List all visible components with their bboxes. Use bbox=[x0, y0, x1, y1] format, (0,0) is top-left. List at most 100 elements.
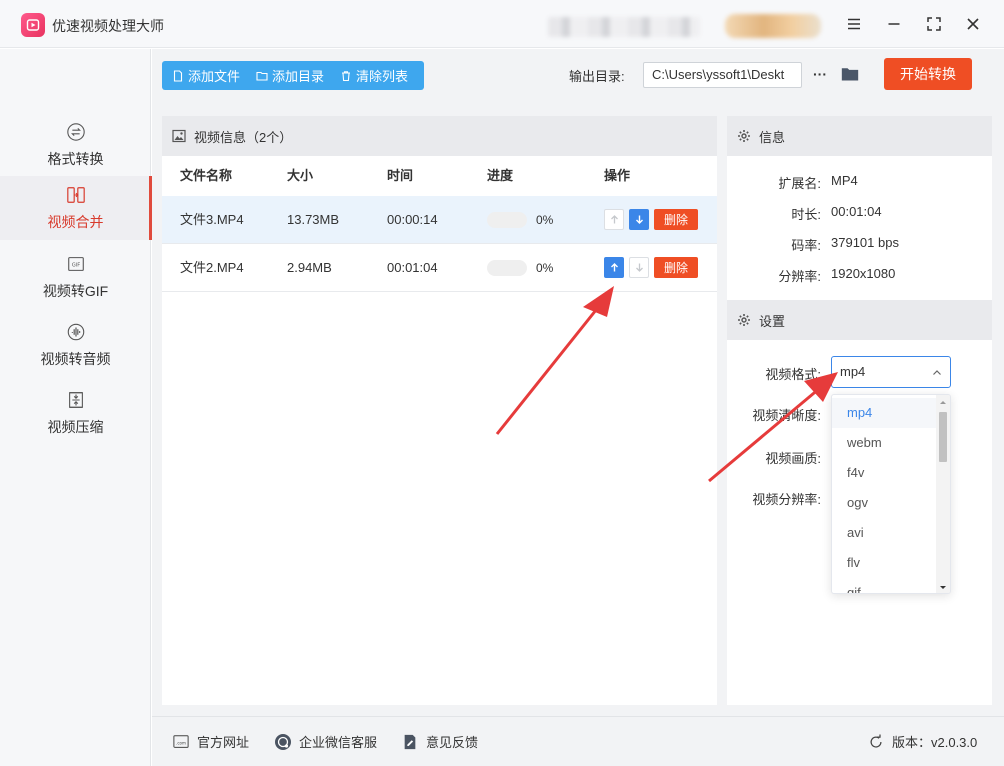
chevron-up-icon bbox=[933, 370, 941, 375]
svg-text:GIF: GIF bbox=[71, 263, 79, 269]
website-icon: .com bbox=[172, 733, 190, 751]
move-up-button[interactable] bbox=[604, 209, 624, 230]
info-title: 信息 bbox=[759, 129, 786, 145]
format-option-ogv[interactable]: ogv bbox=[832, 488, 938, 518]
dropdown-scrollbar[interactable] bbox=[936, 395, 950, 593]
file-size: 2.94MB bbox=[287, 260, 332, 275]
format-option-gif[interactable]: gif bbox=[832, 578, 938, 593]
duration-value: 00:01:04 bbox=[831, 204, 882, 219]
progress-text: 0% bbox=[536, 213, 554, 227]
format-dropdown: mp4 webm f4v ogv avi flv gif bbox=[831, 394, 951, 594]
file-name: 文件2.MP4 bbox=[180, 260, 244, 275]
file-icon bbox=[173, 69, 183, 82]
bitrate-label: 码率: bbox=[791, 238, 821, 253]
feedback-label: 意见反馈 bbox=[426, 735, 479, 750]
table-row[interactable]: 文件2.MP4 2.94MB 00:01:04 0% 删除 bbox=[162, 244, 717, 292]
blurred-account-info bbox=[548, 17, 700, 37]
add-file-button[interactable]: 添加文件 bbox=[172, 66, 240, 85]
website-label: 官方网址 bbox=[197, 735, 250, 750]
format-label: 视频格式: bbox=[765, 367, 821, 382]
progress-bar bbox=[487, 212, 527, 228]
sidebar-item-label: 视频转音频 bbox=[40, 351, 111, 367]
sidebar-item-video-compress[interactable]: 视频压缩 bbox=[0, 381, 151, 445]
scrollbar-thumb[interactable] bbox=[939, 412, 947, 462]
sidebar: 格式转换 视频合并 GIF 视频转GIF 视频转音频 视频压缩 bbox=[0, 49, 152, 766]
compress-icon bbox=[65, 389, 87, 411]
scroll-up-icon[interactable] bbox=[936, 397, 950, 407]
feedback-link[interactable]: 意见反馈 bbox=[401, 732, 478, 751]
move-down-button[interactable] bbox=[629, 257, 649, 278]
delete-button[interactable]: 删除 bbox=[654, 257, 698, 278]
move-up-button[interactable] bbox=[604, 257, 624, 278]
folder-icon bbox=[841, 68, 859, 81]
version-info: 版本：v2.0.3.0 bbox=[867, 732, 977, 751]
minimize-icon[interactable] bbox=[882, 12, 906, 36]
format-option-f4v[interactable]: f4v bbox=[832, 458, 938, 488]
gear-icon bbox=[738, 314, 750, 326]
folder-outline-icon bbox=[256, 71, 268, 81]
chat-icon bbox=[274, 733, 292, 751]
audio-icon bbox=[65, 321, 87, 343]
video-list-panel: 视频信息（2个） 文件名称 大小 时间 进度 操作 文件3.MP4 13.73M… bbox=[162, 116, 717, 705]
ellipsis-icon: ··· bbox=[813, 66, 827, 82]
table-row[interactable]: 文件3.MP4 13.73MB 00:00:14 0% 删除 bbox=[162, 196, 717, 244]
maximize-icon[interactable] bbox=[922, 12, 946, 36]
format-select[interactable]: mp4 bbox=[831, 356, 951, 388]
info-header: 信息 bbox=[727, 116, 992, 156]
title-bar: 优速视频处理大师 bbox=[0, 0, 1004, 48]
col-name: 文件名称 bbox=[180, 168, 233, 183]
move-down-button[interactable] bbox=[629, 209, 649, 230]
output-dir-input[interactable]: C:\Users\yssoft1\Deskt bbox=[643, 62, 802, 88]
col-progress: 进度 bbox=[487, 168, 514, 183]
feedback-icon bbox=[401, 733, 419, 751]
arrow-up-icon bbox=[610, 263, 618, 272]
bitrate-value: 379101 bps bbox=[831, 235, 899, 250]
more-options-button[interactable]: ··· bbox=[809, 63, 831, 85]
ext-label: 扩展名: bbox=[778, 176, 821, 191]
col-time: 时间 bbox=[387, 168, 414, 183]
add-folder-label: 添加目录 bbox=[272, 69, 325, 84]
gif-icon: GIF bbox=[65, 253, 87, 275]
ext-value: MP4 bbox=[831, 173, 858, 188]
add-file-label: 添加文件 bbox=[188, 69, 241, 84]
sidebar-item-label: 视频合并 bbox=[47, 214, 104, 230]
arrow-down-icon bbox=[635, 263, 643, 272]
menu-icon[interactable] bbox=[842, 12, 866, 36]
resolution-label: 分辨率: bbox=[778, 269, 821, 284]
sidebar-item-format-convert[interactable]: 格式转换 bbox=[0, 113, 151, 177]
start-convert-button[interactable]: 开始转换 bbox=[884, 58, 972, 90]
col-actions: 操作 bbox=[604, 168, 631, 183]
close-icon[interactable] bbox=[961, 12, 985, 36]
refresh-icon[interactable] bbox=[867, 733, 885, 751]
add-folder-button[interactable]: 添加目录 bbox=[256, 66, 324, 85]
delete-button[interactable]: 删除 bbox=[654, 209, 698, 230]
sidebar-item-video-merge[interactable]: 视频合并 bbox=[0, 176, 152, 240]
settings-header: 设置 bbox=[727, 300, 992, 340]
file-name: 文件3.MP4 bbox=[180, 212, 244, 227]
sidebar-item-label: 视频转GIF bbox=[42, 283, 109, 299]
official-website-link[interactable]: .com 官方网址 bbox=[172, 732, 249, 751]
format-option-flv[interactable]: flv bbox=[832, 548, 938, 578]
format-select-value: mp4 bbox=[840, 364, 866, 379]
format-option-webm[interactable]: webm bbox=[832, 428, 938, 458]
clear-list-button[interactable]: 清除列表 bbox=[340, 66, 408, 85]
trash-icon bbox=[342, 70, 350, 81]
app-logo-icon bbox=[21, 13, 45, 37]
arrow-up-icon bbox=[610, 215, 618, 224]
format-option-mp4[interactable]: mp4 bbox=[832, 398, 938, 428]
quality-label: 视频画质: bbox=[765, 451, 821, 466]
clear-list-label: 清除列表 bbox=[356, 69, 409, 84]
scroll-down-icon[interactable] bbox=[936, 583, 950, 593]
open-folder-button[interactable] bbox=[839, 63, 861, 85]
sidebar-item-video-to-audio[interactable]: 视频转音频 bbox=[0, 313, 151, 377]
format-option-avi[interactable]: avi bbox=[832, 518, 938, 548]
sidebar-item-video-to-gif[interactable]: GIF 视频转GIF bbox=[0, 245, 151, 309]
main-area: 添加文件 添加目录 清除列表 输出目录: C:\Users\yssoft1\De… bbox=[152, 49, 1004, 766]
wechat-support-link[interactable]: 企业微信客服 bbox=[274, 732, 377, 751]
video-list-header: 视频信息（2个） bbox=[162, 116, 717, 156]
gear-icon bbox=[738, 130, 750, 142]
video-list-title: 视频信息（2个） bbox=[194, 129, 293, 145]
file-duration: 00:00:14 bbox=[387, 212, 438, 227]
duration-label: 时长: bbox=[791, 207, 821, 222]
footer: .com 官方网址 企业微信客服 意见反馈 版本：v2.0.3.0 bbox=[152, 716, 1004, 766]
